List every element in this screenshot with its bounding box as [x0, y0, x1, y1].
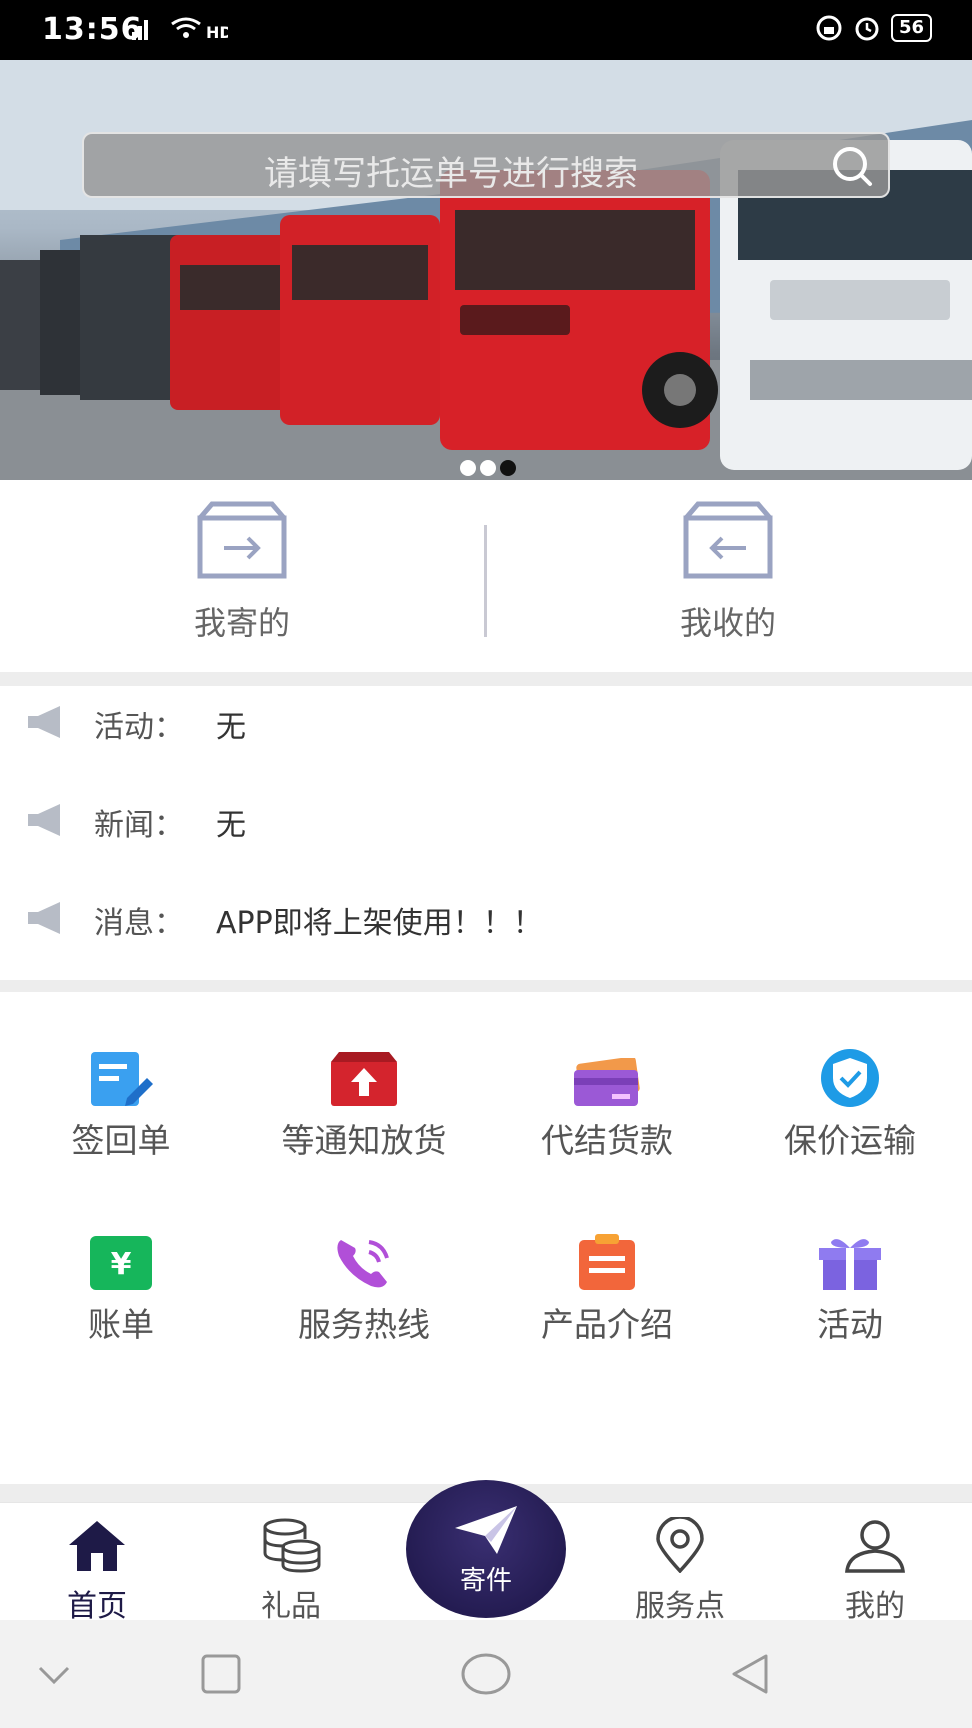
service-hotline[interactable]: 服务热线 — [254, 1228, 474, 1346]
sent-shipments-button[interactable]: 我寄的 — [122, 500, 362, 644]
recent-apps-icon[interactable] — [199, 1652, 243, 1696]
notice-label: 新闻： — [94, 808, 184, 843]
received-shipments-button[interactable]: 我收的 — [608, 500, 848, 644]
speaker-icon — [28, 706, 60, 738]
system-nav-bar — [0, 1620, 972, 1728]
upload-box-icon — [331, 1052, 397, 1106]
document-edit-icon — [91, 1052, 153, 1106]
home-circle-icon[interactable] — [460, 1652, 512, 1696]
service-bill[interactable]: ¥ 账单 — [11, 1228, 231, 1346]
service-label: 等通知放货 — [281, 1121, 447, 1160]
app-screen: 13:56 HD 56 请填写托运单号进行搜索 我寄的 我收的 活动： 无 新闻… — [0, 0, 972, 1728]
tab-label: 礼品 — [261, 1589, 321, 1624]
service-activities[interactable]: 活动 — [740, 1228, 960, 1346]
banner-carousel[interactable]: 请填写托运单号进行搜索 — [0, 60, 972, 480]
status-bar: 13:56 HD 56 — [0, 0, 972, 60]
yuan-bill-icon: ¥ — [90, 1236, 152, 1290]
tab-home[interactable]: 首页 — [22, 1517, 172, 1625]
service-label: 代结货款 — [541, 1121, 673, 1160]
service-label: 账单 — [88, 1305, 154, 1344]
home-icon — [69, 1521, 125, 1571]
speaker-icon — [28, 804, 60, 836]
search-bar[interactable]: 请填写托运单号进行搜索 — [82, 132, 890, 198]
tab-label: 服务点 — [635, 1589, 725, 1624]
tab-label: 首页 — [67, 1589, 127, 1624]
shield-check-icon — [821, 1049, 879, 1107]
received-shipments-label: 我收的 — [679, 604, 776, 642]
notice-activity[interactable]: 活动： 无 — [0, 692, 972, 752]
service-collect-payment[interactable]: 代结货款 — [497, 1044, 717, 1162]
speaker-icon — [28, 902, 60, 934]
location-pin-icon — [656, 1515, 704, 1574]
service-label: 保价运输 — [784, 1121, 916, 1160]
phone-icon — [337, 1240, 389, 1288]
chevron-down-icon[interactable] — [34, 1660, 74, 1690]
tab-mine[interactable]: 我的 — [800, 1517, 950, 1625]
service-label: 活动 — [817, 1305, 883, 1344]
service-label: 服务热线 — [298, 1305, 430, 1344]
box-incoming-icon — [683, 501, 773, 579]
back-icon[interactable] — [728, 1652, 772, 1696]
carousel-dot — [480, 460, 496, 476]
service-sign-return[interactable]: 签回单 — [11, 1044, 231, 1162]
tab-service-points[interactable]: 服务点 — [605, 1515, 755, 1625]
notice-label: 活动： — [94, 710, 184, 745]
service-label: 产品介绍 — [541, 1305, 673, 1344]
service-product-intro[interactable]: 产品介绍 — [497, 1228, 717, 1346]
notice-value: 无 — [216, 710, 246, 745]
notice-label: 消息： — [94, 906, 184, 941]
carousel-indicator — [460, 460, 516, 476]
paper-plane-icon — [455, 1506, 517, 1554]
clipboard-icon — [579, 1234, 635, 1290]
user-icon — [845, 1520, 905, 1573]
service-insured-transport[interactable]: 保价运输 — [740, 1044, 960, 1162]
send-package-button[interactable]: 寄件 — [406, 1480, 566, 1618]
notice-value: APP即将上架使用！！！ — [216, 906, 543, 941]
alarm-icon — [855, 17, 879, 41]
signal-icon: HD — [128, 14, 233, 49]
credit-card-icon — [574, 1058, 640, 1106]
tab-gifts[interactable]: 礼品 — [216, 1517, 366, 1625]
notice-message[interactable]: 消息： APP即将上架使用！！！ — [0, 888, 972, 948]
send-package-label: 寄件 — [459, 1566, 512, 1596]
carousel-dot-active — [500, 460, 516, 476]
sent-shipments-label: 我寄的 — [193, 604, 290, 642]
tab-label: 我的 — [845, 1589, 905, 1624]
svg-text:HD: HD — [206, 23, 228, 42]
service-release-on-notice[interactable]: 等通知放货 — [254, 1044, 474, 1162]
notice-value: 无 — [216, 808, 246, 843]
box-outgoing-icon — [197, 501, 287, 579]
truck-fleet-image — [0, 60, 972, 480]
coins-icon — [263, 1518, 321, 1573]
status-right: 56 — [815, 14, 932, 42]
section-divider — [0, 672, 972, 686]
divider — [484, 525, 487, 637]
gift-icon — [819, 1239, 881, 1290]
battery-indicator: 56 — [890, 14, 932, 42]
lock-icon — [816, 15, 842, 41]
service-label: 签回单 — [71, 1121, 171, 1160]
section-divider — [0, 980, 972, 992]
search-placeholder[interactable]: 请填写托运单号进行搜索 — [84, 146, 818, 195]
svg-text:¥: ¥ — [111, 1247, 132, 1282]
notice-news[interactable]: 新闻： 无 — [0, 790, 972, 850]
carousel-dot — [460, 460, 476, 476]
search-icon[interactable] — [830, 144, 874, 188]
